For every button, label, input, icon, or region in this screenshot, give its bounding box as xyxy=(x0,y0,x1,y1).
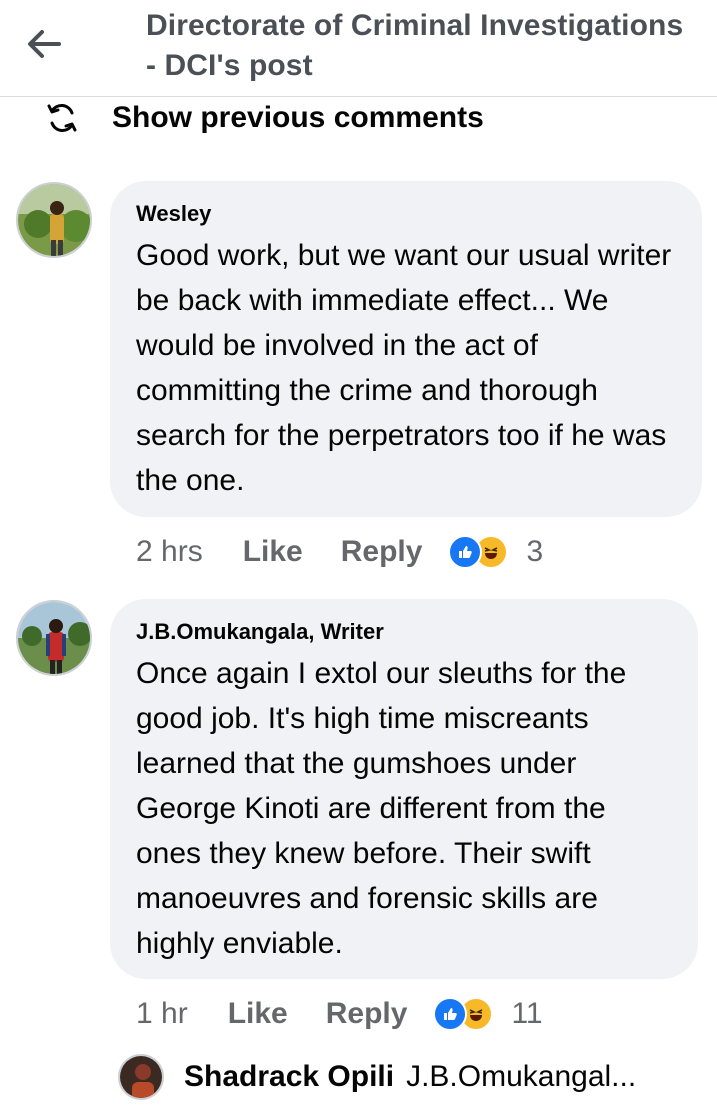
reactions-summary[interactable] xyxy=(433,997,494,1031)
reaction-count[interactable]: 3 xyxy=(526,535,543,569)
refresh-icon xyxy=(40,98,84,138)
show-previous-label: Show previous comments xyxy=(112,101,484,134)
comment-time[interactable]: 2 hrs xyxy=(136,535,203,569)
like-button[interactable]: Like xyxy=(243,535,303,569)
reply-preview-row[interactable]: Shadrack Opili J.B.Omukangal... xyxy=(118,1052,636,1102)
comment-text: Good work, but we want our usual writer … xyxy=(136,239,672,497)
reply-preview-text: J.B.Omukangal... xyxy=(406,1060,637,1093)
page-title: Directorate of Criminal Investigations -… xyxy=(146,9,684,82)
reactions-summary[interactable] xyxy=(448,535,509,569)
reply-button[interactable]: Reply xyxy=(326,997,408,1031)
comment-text: Once again I extol our sleuths for the g… xyxy=(136,657,627,960)
like-button[interactable]: Like xyxy=(228,997,288,1031)
comment-time[interactable]: 1 hr xyxy=(136,997,188,1031)
reply-author[interactable]: Shadrack Opili xyxy=(184,1060,394,1094)
reaction-count[interactable]: 11 xyxy=(511,997,542,1031)
header-bar: Directorate of Criminal Investigations -… xyxy=(0,0,717,97)
comment-author[interactable]: Wesley xyxy=(136,201,676,227)
comment-meta: 1 hr Like Reply 11 xyxy=(136,994,543,1034)
avatar-wesley[interactable] xyxy=(16,182,92,258)
avatar-shadrack-opili[interactable] xyxy=(118,1054,164,1100)
comment-bubble[interactable]: Wesley Good work, but we want our usual … xyxy=(110,181,702,517)
comment-author[interactable]: J.B.Omukangala, Writer xyxy=(136,619,672,645)
comment-meta: 2 hrs Like Reply 3 xyxy=(136,532,543,572)
back-arrow-icon[interactable] xyxy=(22,22,66,66)
avatar-jb-omukangala[interactable] xyxy=(16,600,92,676)
show-previous-comments-button[interactable]: Show previous comments xyxy=(40,98,484,138)
reply-button[interactable]: Reply xyxy=(341,535,423,569)
thumbs-up-icon xyxy=(433,997,468,1031)
thumbs-up-icon xyxy=(448,535,483,569)
comment-bubble[interactable]: J.B.Omukangala, Writer Once again I exto… xyxy=(110,599,698,979)
